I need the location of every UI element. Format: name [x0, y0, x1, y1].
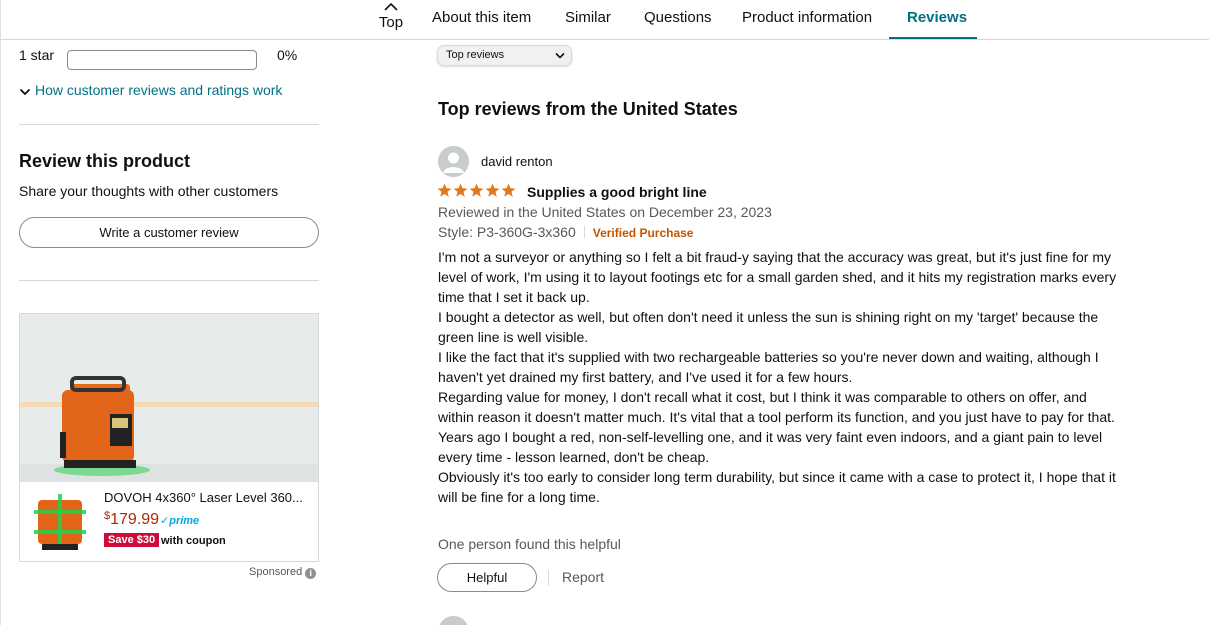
review-paragraph: I bought a detector as well, but often d…	[438, 309, 1099, 345]
ad-price: $179.99	[104, 510, 159, 529]
review-paragraph: I'm not a surveyor or anything so I felt…	[438, 249, 1117, 305]
laser-level-image	[20, 314, 318, 482]
ad-save-badge: Save $30	[104, 533, 160, 547]
helpful-vote-count: One person found this helpful	[438, 536, 621, 552]
review-style[interactable]: Style: P3-360G-3x360	[438, 224, 576, 240]
ad-thumbnail-image[interactable]	[30, 490, 90, 554]
back-to-top-label: Top	[378, 14, 404, 31]
chevron-down-icon	[19, 88, 31, 96]
chevron-down-icon	[555, 52, 565, 59]
action-divider	[548, 570, 549, 586]
rating-histogram-row-1-star[interactable]: 1 star 0%	[19, 46, 319, 70]
review-product-heading: Review this product	[19, 151, 191, 171]
write-review-button[interactable]: Write a customer review	[19, 217, 319, 248]
tab-reviews[interactable]: Reviews	[907, 9, 967, 26]
chevron-up-icon	[384, 2, 398, 11]
reviews-section-title: Top reviews from the United States	[438, 99, 738, 119]
sponsored-product-ad[interactable]: DOVOH 4x360° Laser Level 360... $179.99 …	[19, 313, 319, 562]
review-body: I'm not a surveyor or anything so I felt…	[438, 247, 1123, 507]
review-product-subtitle: Share your thoughts with other customers	[19, 183, 279, 199]
ad-price-value: 179.99	[110, 511, 160, 528]
review-date: Reviewed in the United States on Decembe…	[438, 204, 772, 220]
prime-check-icon: ✓	[160, 515, 170, 527]
ad-product-title[interactable]: DOVOH 4x360° Laser Level 360...	[104, 490, 314, 505]
rating-row-percent: 0%	[277, 47, 298, 63]
page-left-edge	[0, 0, 1, 625]
back-to-top-button[interactable]: Top	[370, 0, 412, 40]
tab-questions[interactable]: Questions	[644, 9, 712, 26]
sponsored-label[interactable]: Sponsored i	[249, 566, 317, 579]
review-paragraph: I like the fact that it's supplied with …	[438, 349, 1099, 385]
five-star-rating-icon[interactable]	[437, 183, 517, 198]
tab-about-this-item[interactable]: About this item	[432, 9, 531, 26]
how-reviews-work-link[interactable]: How customer reviews and ratings work	[19, 82, 282, 98]
verified-purchase-badge: Verified Purchase	[592, 226, 694, 240]
prime-badge: ✓prime	[160, 515, 200, 527]
review-paragraph: Years ago I bought a red, non-self-level…	[438, 429, 1103, 465]
rating-row-label: 1 star	[19, 47, 55, 63]
sort-selected-value: Top reviews	[446, 49, 505, 61]
info-icon[interactable]: i	[305, 568, 317, 579]
rating-progress-bar	[67, 50, 257, 70]
section-divider	[19, 124, 319, 125]
review-headline[interactable]: Supplies a good bright line	[527, 184, 707, 200]
ad-product-image[interactable]	[20, 314, 318, 482]
review-paragraph: Obviously it's too early to consider lon…	[438, 469, 1116, 505]
tab-product-information[interactable]: Product information	[742, 9, 872, 26]
reviewer-name[interactable]: david renton	[481, 154, 553, 169]
review-paragraph: Regarding value for money, I don't recal…	[438, 389, 1115, 425]
avatar[interactable]	[438, 616, 469, 625]
active-tab-indicator	[889, 37, 977, 39]
review-style-line: Style: P3-360G-3x360 Verified Purchase	[438, 224, 693, 240]
user-silhouette-icon	[438, 146, 469, 177]
sort-reviews-dropdown[interactable]: Top reviews	[437, 45, 572, 66]
helpful-button[interactable]: Helpful	[437, 563, 537, 592]
tab-similar[interactable]: Similar	[565, 9, 611, 26]
how-reviews-work-label: How customer reviews and ratings work	[35, 82, 283, 98]
report-link[interactable]: Report	[562, 569, 604, 585]
product-section-nav: Top About this item Similar Questions Pr…	[0, 0, 1209, 40]
section-divider	[19, 280, 319, 281]
avatar[interactable]	[438, 146, 469, 177]
ad-coupon-text: with coupon	[161, 535, 226, 547]
